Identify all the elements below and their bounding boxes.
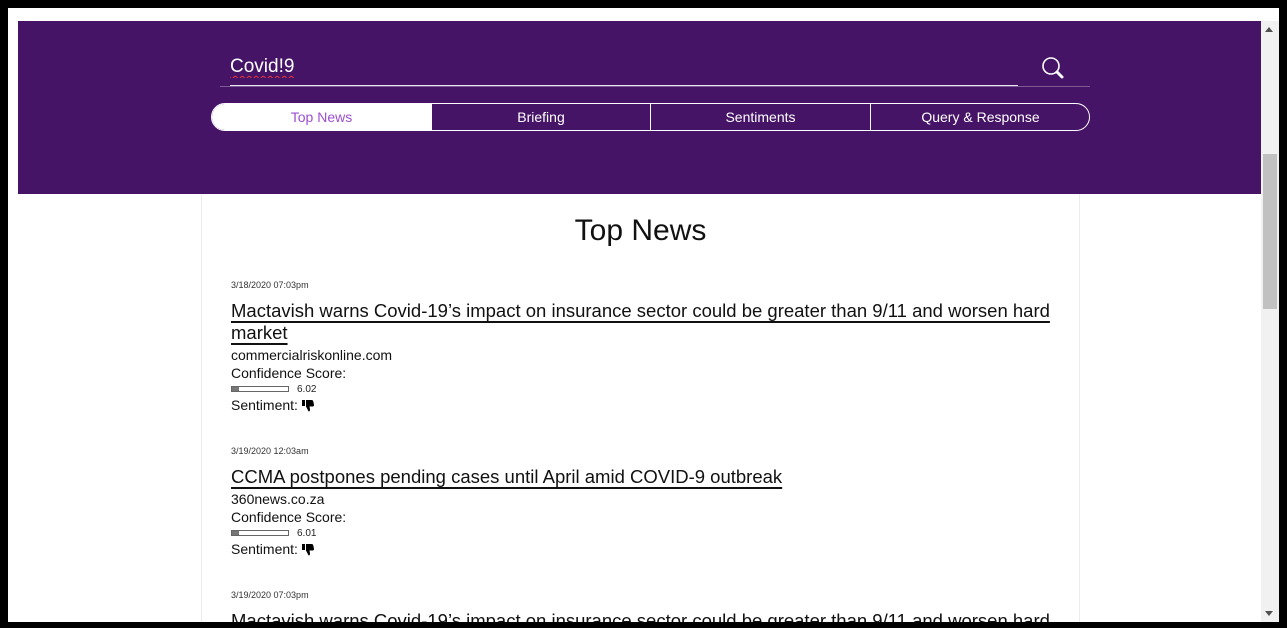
page-title: Top News xyxy=(574,214,707,247)
article-date: 3/19/2020 07:03pm xyxy=(231,590,309,600)
tab-top-news[interactable]: Top News xyxy=(212,104,431,130)
article-source: commercialriskonline.com xyxy=(231,347,393,363)
confidence-value: 6.01 xyxy=(297,527,317,539)
confidence-fill xyxy=(232,531,239,535)
header: Top News Briefing Sentiments Query & Res… xyxy=(18,21,1261,194)
page-viewport: Top News Briefing Sentiments Query & Res… xyxy=(8,21,1261,622)
scroll-down-arrow-icon[interactable] xyxy=(1265,611,1273,616)
browser-top-strip xyxy=(8,8,1279,21)
sentiment-label: Sentiment: xyxy=(231,397,298,413)
confidence-bar xyxy=(231,386,289,392)
news-panel: Top News 3/18/2020 07:03pm Mactavish war… xyxy=(201,194,1080,622)
search-input[interactable] xyxy=(230,49,1018,87)
search-divider xyxy=(220,86,1090,87)
article-date: 3/19/2020 12:03am xyxy=(231,446,309,456)
tab-bar: Top News Briefing Sentiments Query & Res… xyxy=(211,103,1090,131)
article-date: 3/18/2020 07:03pm xyxy=(231,280,309,290)
tab-query-response[interactable]: Query & Response xyxy=(870,104,1089,130)
scroll-up-arrow-icon[interactable] xyxy=(1265,27,1273,32)
tab-briefing[interactable]: Briefing xyxy=(431,104,650,130)
news-article: 3/19/2020 07:03pm Mactavish warns Covid-… xyxy=(231,590,1061,622)
confidence-bar xyxy=(231,530,289,536)
article-title-link[interactable]: Mactavish warns Covid-19’s impact on ins… xyxy=(231,610,1050,622)
scrollbar-thumb[interactable] xyxy=(1263,154,1277,309)
news-article: 3/19/2020 12:03am CCMA postpones pending… xyxy=(231,446,1061,558)
confidence-fill xyxy=(232,387,239,391)
news-article: 3/18/2020 07:03pm Mactavish warns Covid-… xyxy=(231,280,1061,414)
article-title-link[interactable]: CCMA postpones pending cases until April… xyxy=(231,466,782,487)
search-button[interactable] xyxy=(1040,55,1070,83)
article-title-link[interactable]: Mactavish warns Covid-19’s impact on ins… xyxy=(231,300,1050,343)
sentiment-label: Sentiment: xyxy=(231,541,298,557)
search-icon xyxy=(1042,57,1064,79)
article-source: 360news.co.za xyxy=(231,491,325,507)
search-bar xyxy=(220,49,1090,87)
confidence-label: Confidence Score: xyxy=(231,365,347,381)
confidence-value: 6.02 xyxy=(297,383,317,395)
vertical-scrollbar[interactable] xyxy=(1261,21,1279,622)
thumbs-down-icon xyxy=(301,399,314,411)
tab-sentiments[interactable]: Sentiments xyxy=(650,104,870,130)
thumbs-down-icon xyxy=(301,543,314,555)
confidence-label: Confidence Score: xyxy=(231,509,347,525)
